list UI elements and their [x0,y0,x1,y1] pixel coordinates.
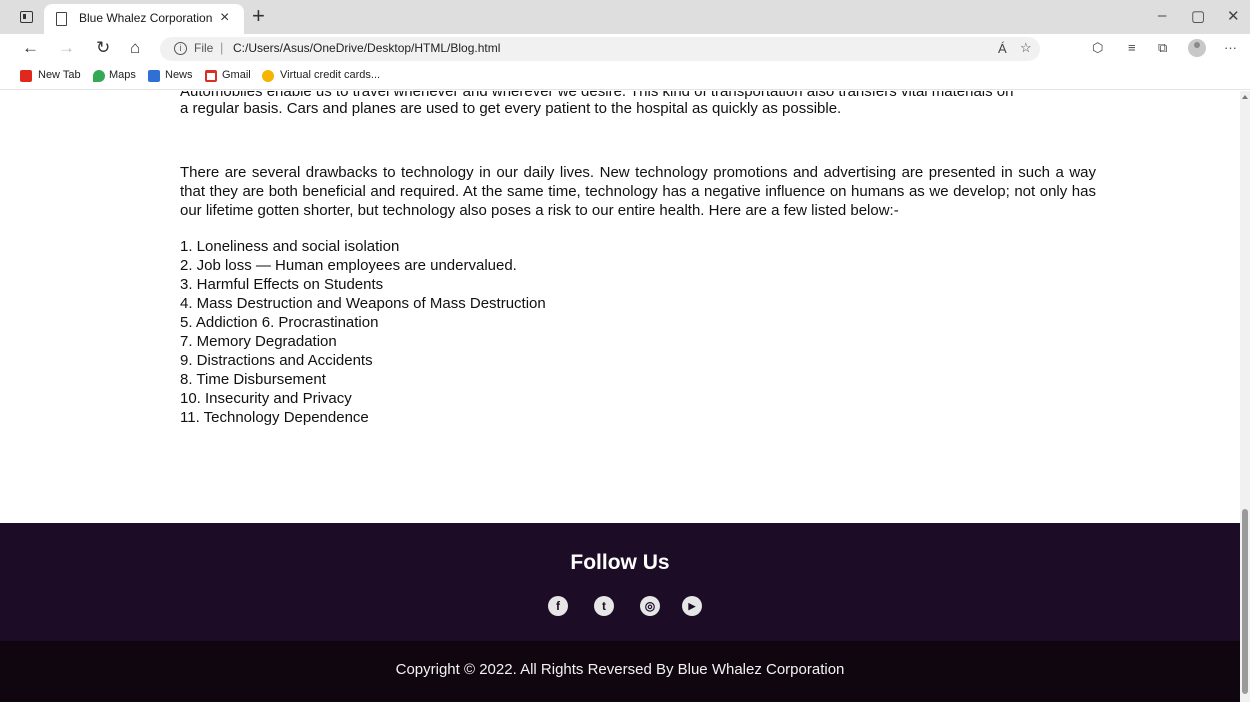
browser-tab[interactable]: Blue Whalez Corporation × [44,4,244,34]
site-info-icon[interactable]: i [174,42,187,55]
page-viewport: Automobiles enable us to travel whenever… [0,91,1240,702]
read-aloud-icon[interactable]: Á [998,41,1007,56]
home-button[interactable]: ⌂ [130,38,140,58]
back-button[interactable]: ← [22,38,39,58]
address-url[interactable]: C:/Users/Asus/OneDrive/Desktop/HTML/Blog… [233,41,500,55]
list-item: 5. Addiction 6. Procrastination [180,314,379,331]
scroll-up-icon[interactable] [1242,95,1248,99]
new-tab-button[interactable]: + [252,3,265,29]
copyright-bar: Copyright © 2022. All Rights Reversed By… [0,641,1240,702]
tab-bar: Blue Whalez Corporation × + – ▢ ✕ [0,0,1250,34]
youtube-bookmark-icon [20,70,32,82]
bookmark-news[interactable]: News [165,69,193,81]
bookmarks-bar: New Tab Maps News Gmail Virtual credit c… [0,64,1250,90]
list-item: 11. Technology Dependence [180,409,369,426]
address-bar[interactable]: i File | C:/Users/Asus/OneDrive/Desktop/… [160,37,1040,61]
page-icon [56,12,67,26]
gmail-bookmark-icon [205,70,217,82]
list-item: 9. Distractions and Accidents [180,352,373,369]
tab-title: Blue Whalez Corporation [79,11,213,25]
page-scrollbar[interactable] [1240,91,1250,702]
article-paragraph: a regular basis. Cars and planes are use… [180,100,842,117]
news-bookmark-icon [148,70,160,82]
favorite-star-icon[interactable]: ☆ [1020,40,1032,56]
social-links: f t ◎ ▶ [548,596,708,618]
follow-us-title: Follow Us [570,551,670,574]
address-scheme: File [194,41,214,55]
list-item: 10. Insecurity and Privacy [180,390,352,407]
favorites-icon[interactable]: ≡ [1128,40,1136,55]
credit-card-bookmark-icon [262,70,274,82]
bookmark-maps[interactable]: Maps [109,69,136,81]
follow-us-section: Follow Us f t ◎ ▶ [0,523,1240,641]
tab-close-icon[interactable]: × [220,9,229,27]
twitter-icon[interactable]: t [594,596,614,616]
forward-button[interactable]: → [58,38,75,58]
bookmark-new-tab[interactable]: New Tab [38,69,81,81]
browser-toolbar: ← → ↻ ⌂ i File | C:/Users/Asus/OneDrive/… [0,34,1250,64]
scroll-thumb[interactable] [1242,509,1248,694]
list-item: 8. Time Disbursement [180,371,326,388]
bookmark-gmail[interactable]: Gmail [222,69,251,81]
drawbacks-intro: There are several drawbacks to technolog… [180,164,1096,219]
facebook-icon[interactable]: f [548,596,568,616]
list-item: 1. Loneliness and social isolation [180,238,400,255]
list-item: 4. Mass Destruction and Weapons of Mass … [180,295,546,312]
list-item: 7. Memory Degradation [180,333,337,350]
address-separator: | [220,40,224,55]
maximize-button[interactable]: ▢ [1191,7,1205,25]
maps-bookmark-icon [93,70,105,82]
copyright-text: Copyright © 2022. All Rights Reversed By… [395,661,845,678]
bookmark-virtual-cards[interactable]: Virtual credit cards... [280,69,380,81]
tab-actions-icon[interactable] [20,11,33,23]
reload-button[interactable]: ↻ [96,38,110,58]
list-item: 3. Harmful Effects on Students [180,276,384,293]
extensions-icon[interactable]: ⬡ [1092,40,1103,56]
instagram-icon[interactable]: ◎ [640,596,660,616]
minimize-button[interactable]: – [1158,7,1166,24]
close-window-button[interactable]: ✕ [1227,7,1240,25]
youtube-icon[interactable]: ▶ [682,596,702,616]
drawbacks-list: 1. Loneliness and social isolation 2. Jo… [180,237,1096,427]
profile-avatar[interactable] [1188,39,1206,57]
list-item: 2. Job loss — Human employees are underv… [180,257,517,274]
collections-icon[interactable]: ⧉ [1158,40,1167,56]
more-menu-icon[interactable]: ··· [1224,40,1237,55]
